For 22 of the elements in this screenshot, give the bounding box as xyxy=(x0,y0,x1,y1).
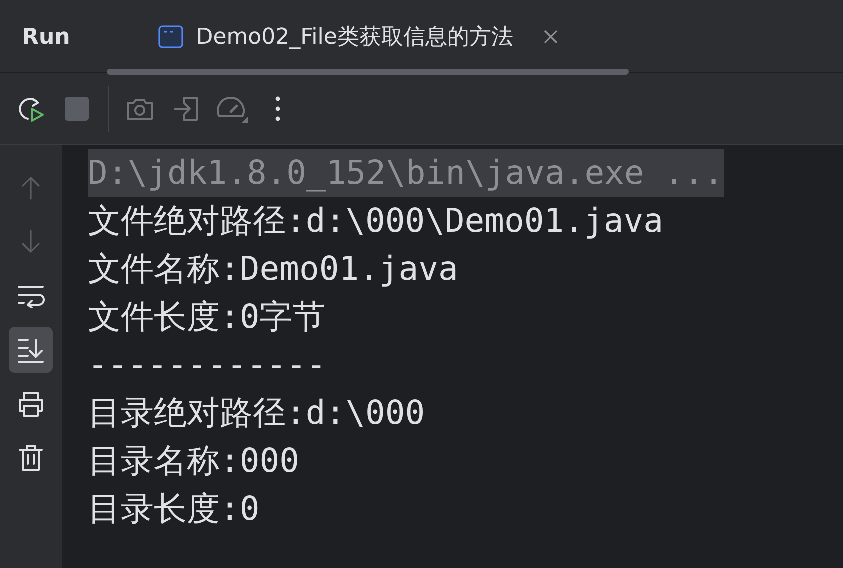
arrow-up-icon xyxy=(20,175,42,201)
enter-icon xyxy=(172,94,200,122)
run-tab[interactable]: Demo02_File类获取信息的方法 xyxy=(156,2,568,72)
stop-icon xyxy=(65,96,89,120)
soft-wrap-icon xyxy=(17,284,45,308)
console-output-line: 目录长度:0 xyxy=(88,488,260,530)
arrow-down-icon xyxy=(20,229,42,255)
console-output-line: 文件绝对路径:d:\000\Demo01.java xyxy=(88,200,664,242)
trash-icon xyxy=(18,444,44,472)
console-output-line: 文件名称:Demo01.java xyxy=(88,248,458,290)
console-output-line: 目录绝对路径:d:\000 xyxy=(88,392,426,434)
close-icon[interactable] xyxy=(543,29,560,45)
console-window-icon xyxy=(158,25,184,49)
scroll-end-button[interactable] xyxy=(9,327,53,373)
panel-title: Run xyxy=(22,24,70,52)
console-output-line: 目录名称:000 xyxy=(88,440,300,482)
scroll-to-end-icon xyxy=(17,337,45,363)
console-output-line: ------------ xyxy=(88,344,326,386)
console-output-line: 文件长度:0字节 xyxy=(88,296,326,338)
more-icon xyxy=(274,94,282,122)
tab-scrollbar[interactable] xyxy=(107,69,629,75)
printer-icon xyxy=(17,391,45,417)
